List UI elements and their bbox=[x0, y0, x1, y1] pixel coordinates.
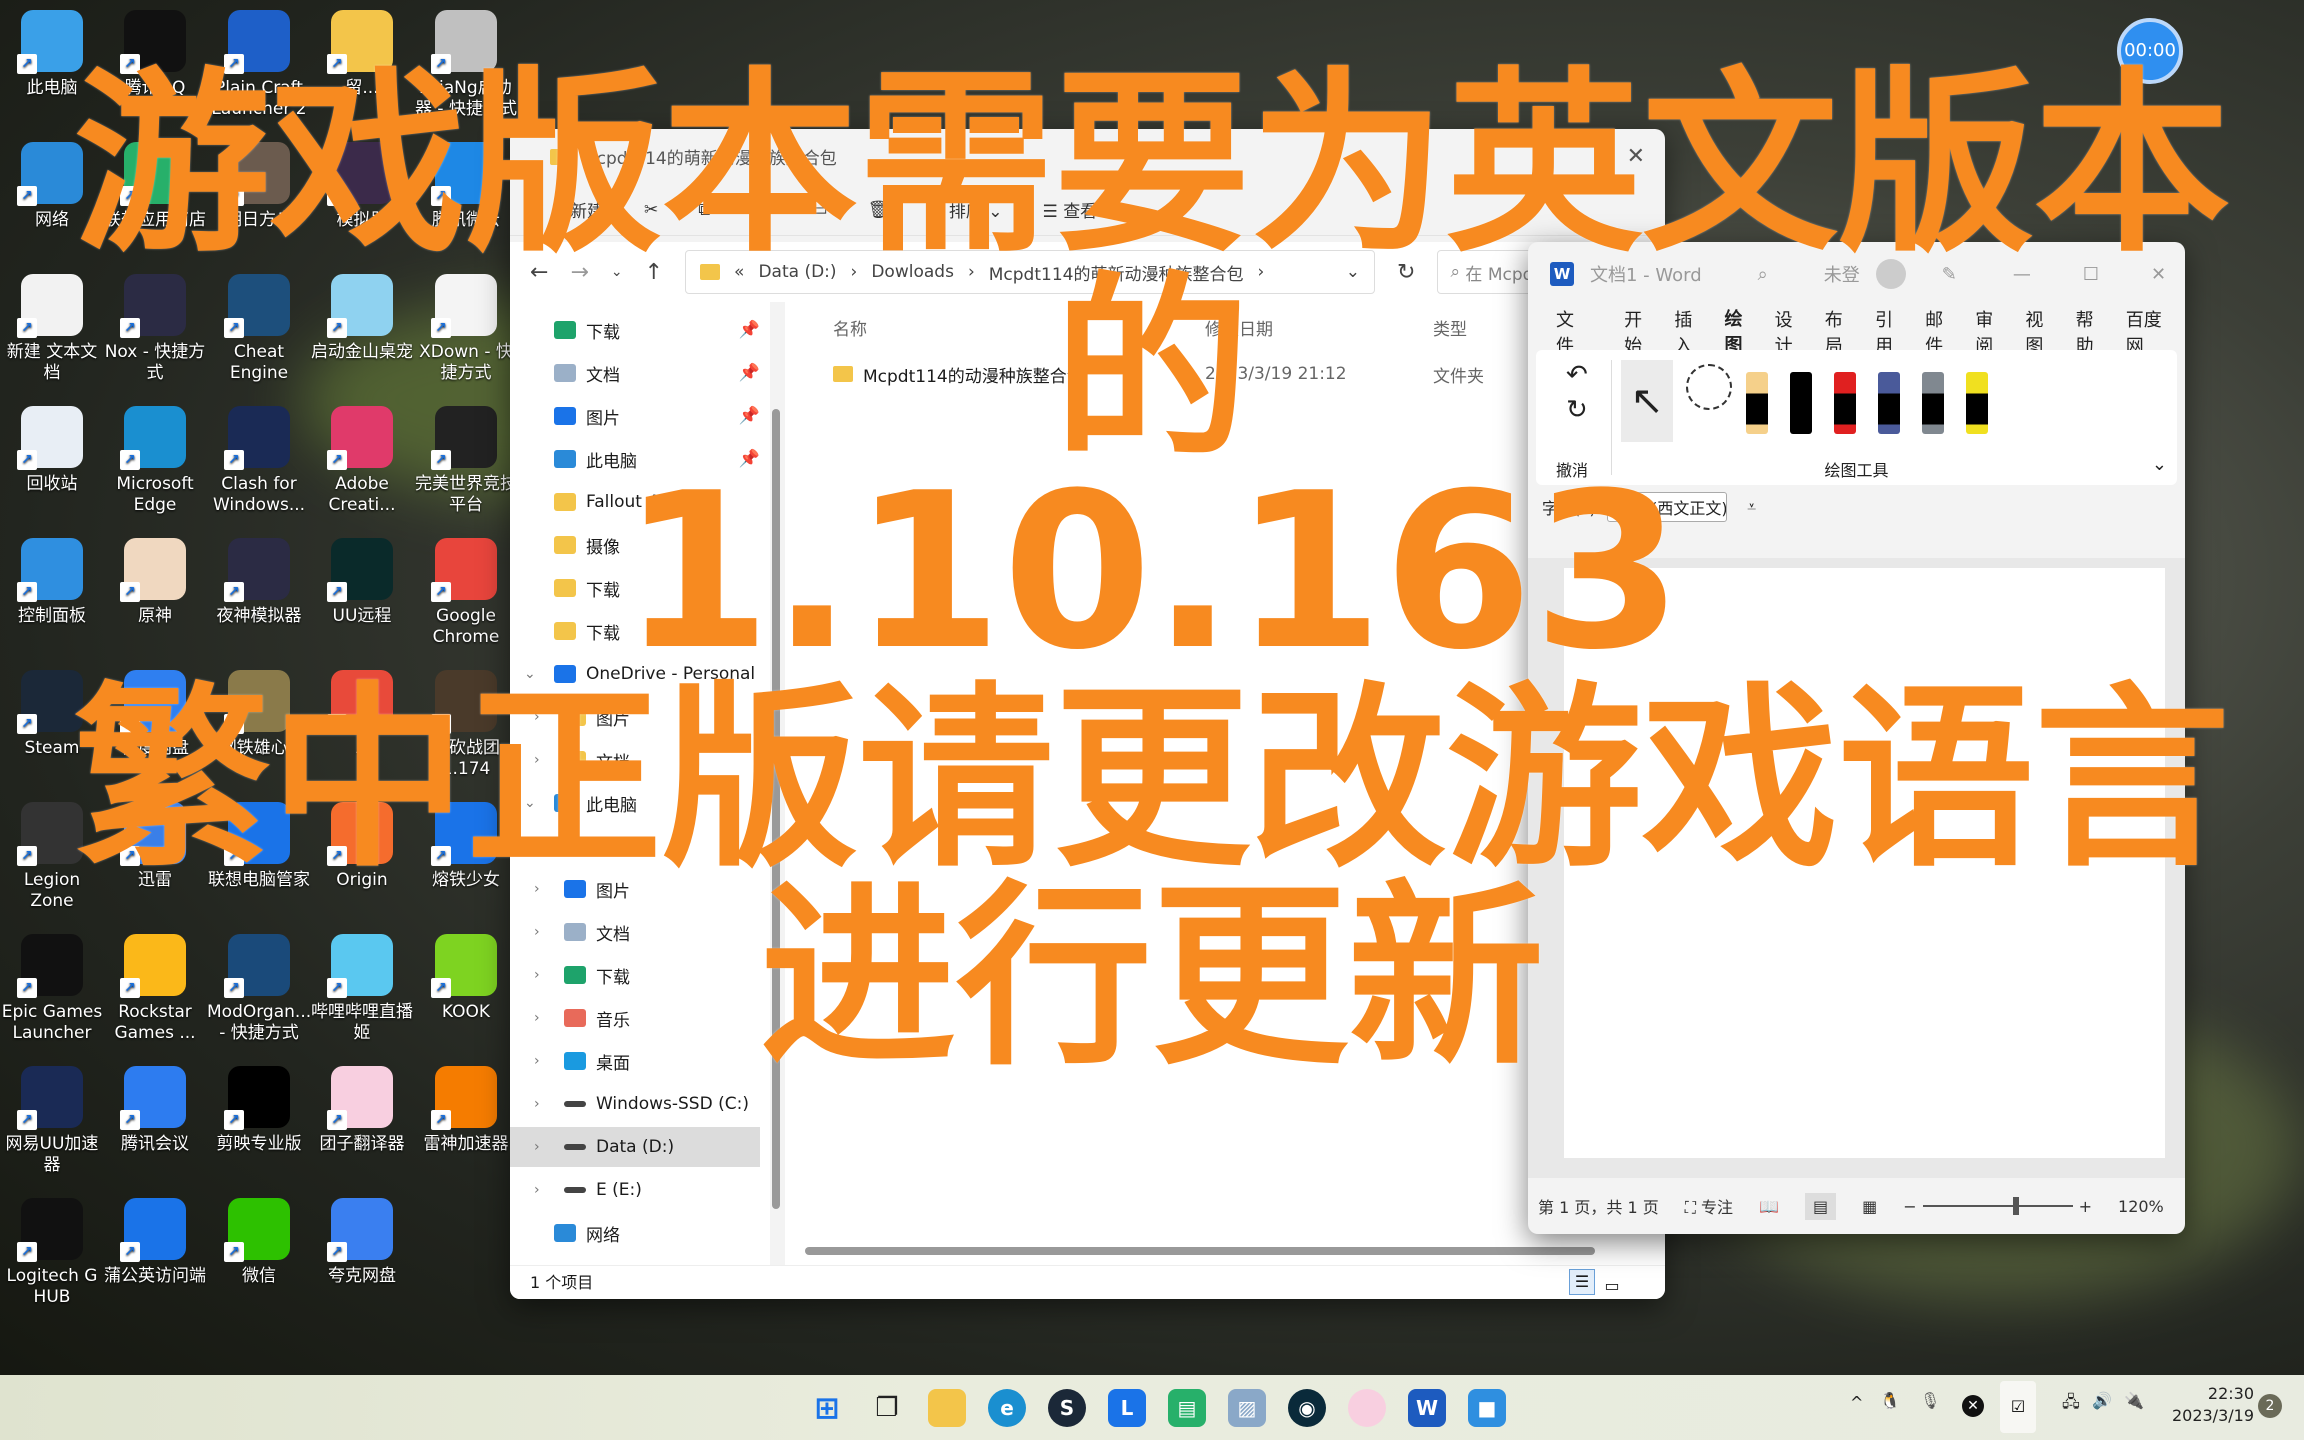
network-icon bbox=[554, 1224, 576, 1242]
camera-taskbar-icon[interactable]: ■ bbox=[1468, 1389, 1506, 1427]
nav-item[interactable]: › Windows-SSD (C:) bbox=[510, 1084, 760, 1124]
nav-item-label: 网络 bbox=[586, 1225, 620, 1246]
horizontal-scrollbar[interactable] bbox=[805, 1247, 1595, 1255]
print-layout-icon[interactable]: ▤ bbox=[1804, 1192, 1837, 1220]
desktop-icon[interactable]: ↗ 夸克网盘 bbox=[310, 1198, 414, 1287]
desktop-icon-label: 腾讯会议 bbox=[121, 1134, 189, 1154]
close-tray-icon[interactable]: ✕ bbox=[1962, 1395, 1984, 1417]
translator-taskbar-icon[interactable] bbox=[1348, 1389, 1386, 1427]
desktop-icon-label: 网易UU加速器 bbox=[5, 1134, 99, 1175]
nav-item[interactable]: 网络 bbox=[510, 1213, 760, 1253]
status-bar: 1 个项目 ☰ ▭ bbox=[510, 1265, 1665, 1299]
desktop-icon-label: 雷神加速器 bbox=[423, 1134, 509, 1154]
caption-line: 游戏版本需要为英文版本 bbox=[73, 51, 2230, 279]
read-mode-icon[interactable]: 📖 bbox=[1759, 1197, 1779, 1216]
desktop-icon[interactable]: ↗ Logitech G HUB bbox=[0, 1198, 104, 1308]
word-taskbar-icon[interactable]: W bbox=[1408, 1389, 1446, 1427]
qq-tray-icon[interactable]: 🐧 bbox=[1880, 1391, 1900, 1410]
battery-icon[interactable]: 🔌 bbox=[2124, 1391, 2144, 1410]
shortcut-arrow-icon: ↗ bbox=[224, 1242, 244, 1262]
desktop-icon-label: 剪映专业版 bbox=[216, 1134, 302, 1154]
store-taskbar-icon[interactable]: ▤ bbox=[1168, 1389, 1206, 1427]
app-icon: ↗ bbox=[120, 1198, 186, 1262]
chevron-icon[interactable]: › bbox=[534, 1182, 554, 1198]
word-status-bar: 第 1 页，共 1 页 ⛶ 专注 📖 ▤ ▦ − + 120% bbox=[1528, 1178, 2185, 1234]
item-count: 1 个项目 bbox=[530, 1273, 594, 1292]
drive-icon bbox=[564, 1187, 586, 1193]
zoom-level[interactable]: 120% bbox=[2118, 1197, 2164, 1216]
microphone-icon[interactable]: 🎙 bbox=[1920, 1391, 1940, 1410]
notification-badge[interactable]: 2 bbox=[2258, 1394, 2282, 1418]
photos-taskbar-icon[interactable]: ▨ bbox=[1228, 1389, 1266, 1427]
nav-item-label: E (E:) bbox=[596, 1180, 642, 1200]
shortcut-arrow-icon: ↗ bbox=[120, 1242, 140, 1262]
steam-taskbar-icon[interactable]: S bbox=[1048, 1389, 1086, 1427]
chevron-up-icon[interactable]: ^ bbox=[1850, 1393, 1863, 1412]
shortcut-arrow-icon: ↗ bbox=[17, 1110, 37, 1130]
tiles-view-icon[interactable]: ▭ bbox=[1599, 1269, 1625, 1299]
caption-line: 进行更新 bbox=[759, 864, 1544, 1092]
app-icon: ↗ bbox=[224, 1198, 290, 1262]
start-icon[interactable]: ⊞ bbox=[808, 1389, 846, 1427]
zoom-slider[interactable]: − + bbox=[1903, 1197, 2092, 1216]
shortcut-arrow-icon: ↗ bbox=[327, 1242, 347, 1262]
drive-icon bbox=[564, 1144, 586, 1150]
lenovo-taskbar-icon[interactable]: L bbox=[1108, 1389, 1146, 1427]
desktop-icon-label: 蒲公英访问端 bbox=[104, 1266, 206, 1286]
nav-item-label: Data (D:) bbox=[596, 1137, 675, 1157]
nav-item[interactable]: › E (E:) bbox=[510, 1170, 760, 1210]
shortcut-arrow-icon: ↗ bbox=[431, 1110, 451, 1130]
volume-icon[interactable]: 🔊 bbox=[2092, 1391, 2112, 1410]
nav-item[interactable]: › Data (D:) bbox=[510, 1127, 760, 1167]
desktop-icon[interactable]: ↗ 微信 bbox=[207, 1198, 311, 1287]
edge-taskbar-icon[interactable]: e bbox=[988, 1389, 1026, 1427]
nav-item-label: Windows-SSD (C:) bbox=[596, 1094, 749, 1114]
caption-line: 1.10.163 bbox=[621, 446, 1683, 697]
desktop-icon[interactable]: ↗ 蒲公英访问端 bbox=[103, 1198, 207, 1287]
desktop-icon-label: 团子翻译器 bbox=[319, 1134, 405, 1154]
chevron-icon[interactable]: › bbox=[534, 1096, 554, 1112]
app-icon: ↗ bbox=[327, 1198, 393, 1262]
obs-taskbar-icon[interactable]: ◉ bbox=[1288, 1389, 1326, 1427]
app-icon: ↗ bbox=[17, 1198, 83, 1262]
caption-line: 的 bbox=[1053, 256, 1250, 484]
shortcut-arrow-icon: ↗ bbox=[327, 1110, 347, 1130]
details-view-icon[interactable]: ☰ bbox=[1569, 1269, 1595, 1295]
page-count: 第 1 页，共 1 页 bbox=[1538, 1198, 1659, 1217]
drive-icon bbox=[564, 1101, 586, 1107]
caption-line: 繁中正版请更改游戏语言 bbox=[73, 666, 2230, 894]
file-explorer-taskbar-icon[interactable] bbox=[928, 1389, 966, 1427]
shortcut-arrow-icon: ↗ bbox=[120, 1110, 140, 1130]
network-icon[interactable]: 🖧 bbox=[2062, 1391, 2080, 1418]
web-layout-icon[interactable]: ▦ bbox=[1862, 1197, 1877, 1216]
chevron-icon[interactable]: › bbox=[534, 1139, 554, 1155]
focus-button[interactable]: ⛶ 专注 bbox=[1685, 1194, 1733, 1218]
desktop-icon-label: 微信 bbox=[242, 1266, 276, 1286]
shortcut-arrow-icon: ↗ bbox=[17, 1242, 37, 1262]
desktop-icon-label: Logitech G HUB bbox=[6, 1266, 98, 1307]
clock[interactable]: 22:30 2023/3/19 bbox=[2170, 1383, 2254, 1427]
desktop-icon-label: 夸克网盘 bbox=[328, 1266, 396, 1286]
task-view-icon[interactable]: ❐ bbox=[868, 1389, 906, 1427]
shortcut-arrow-icon: ↗ bbox=[224, 1110, 244, 1130]
pen-menu-icon[interactable]: ☑ bbox=[2000, 1381, 2036, 1433]
taskbar: ⊞ ❐ e S L ▤ ▨ ◉ W ■ ^ 🐧 🎙 ✕ ☑ 🖧 🔊 🔌 22:3… bbox=[0, 1375, 2304, 1440]
